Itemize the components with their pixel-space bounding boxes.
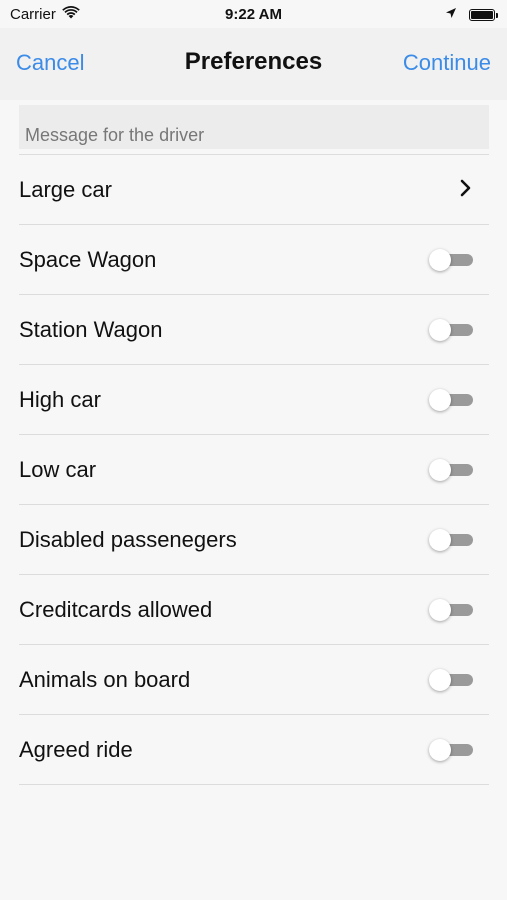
status-time: 9:22 AM — [225, 6, 282, 23]
row-label: Creditcards allowed — [19, 596, 213, 622]
toggle-knob — [429, 389, 451, 411]
disabled-passengers-toggle[interactable] — [429, 529, 473, 551]
preferences-screen: Carrier 9:22 AM Cancel Preferences Conti… — [0, 0, 507, 900]
toggle-knob — [429, 529, 451, 551]
row-agreed-ride: Agreed ride — [19, 715, 489, 785]
row-label: Animals on board — [19, 666, 191, 692]
preferences-list: Large car Space Wagon Station Wagon High… — [19, 154, 489, 785]
agreed-ride-toggle[interactable] — [429, 739, 473, 761]
battery-icon — [469, 9, 498, 21]
row-label: Disabled passenegers — [19, 526, 237, 552]
row-creditcards-allowed: Creditcards allowed — [19, 575, 489, 645]
row-label: Station Wagon — [19, 316, 163, 342]
low-car-toggle[interactable] — [429, 459, 473, 481]
navigation-bar: Cancel Preferences Continue — [0, 28, 507, 100]
row-label: High car — [19, 386, 101, 412]
high-car-toggle[interactable] — [429, 389, 473, 411]
status-bar: Carrier 9:22 AM — [0, 0, 507, 28]
row-label: Space Wagon — [19, 246, 157, 272]
toggle-knob — [429, 669, 451, 691]
status-right — [445, 6, 498, 24]
row-low-car: Low car — [19, 435, 489, 505]
toggle-knob — [429, 599, 451, 621]
toggle-knob — [429, 319, 451, 341]
animals-on-board-toggle[interactable] — [429, 669, 473, 691]
row-space-wagon: Space Wagon — [19, 225, 489, 295]
row-disabled-passengers: Disabled passenegers — [19, 505, 489, 575]
row-large-car[interactable]: Large car — [19, 155, 489, 225]
space-wagon-toggle[interactable] — [429, 249, 473, 271]
row-high-car: High car — [19, 365, 489, 435]
station-wagon-toggle[interactable] — [429, 319, 473, 341]
location-arrow-icon — [445, 6, 457, 24]
row-label: Low car — [19, 456, 97, 482]
row-label: Large car — [19, 176, 112, 202]
row-label: Agreed ride — [19, 736, 133, 762]
row-animals-on-board: Animals on board — [19, 645, 489, 715]
toggle-knob — [429, 739, 451, 761]
creditcards-allowed-toggle[interactable] — [429, 599, 473, 621]
toggle-knob — [429, 459, 451, 481]
chevron-right-icon — [459, 177, 473, 199]
driver-message-input[interactable] — [19, 105, 489, 149]
toggle-knob — [429, 249, 451, 271]
continue-button[interactable]: Continue — [403, 50, 491, 76]
row-station-wagon: Station Wagon — [19, 295, 489, 365]
